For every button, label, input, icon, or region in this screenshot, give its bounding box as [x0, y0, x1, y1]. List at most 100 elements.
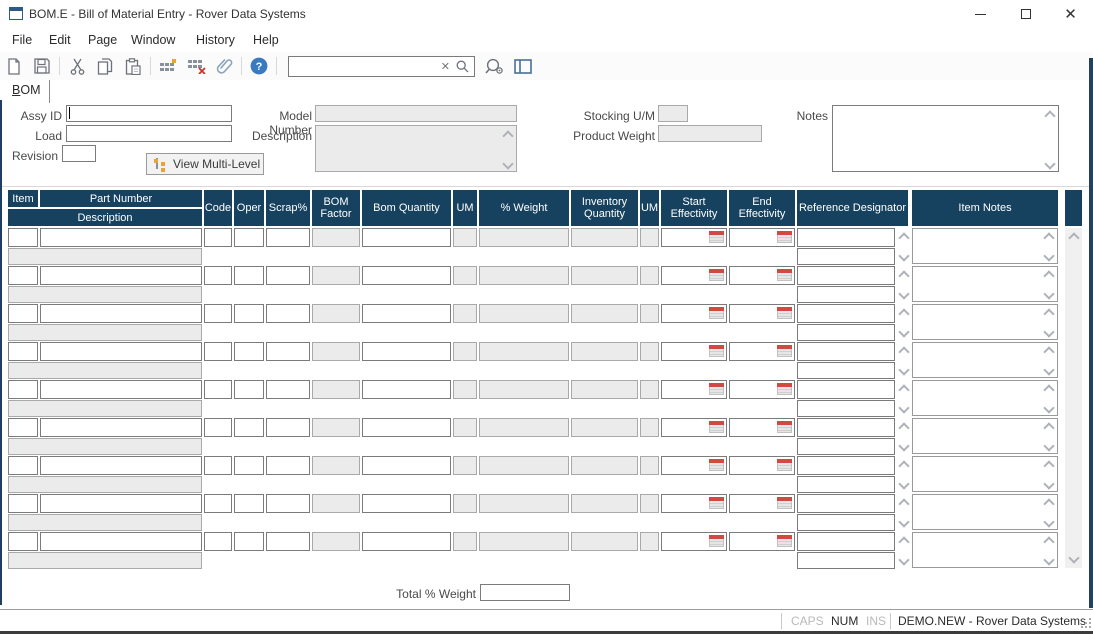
scroll-down-icon[interactable] [502, 158, 513, 169]
oper-cell[interactable] [234, 532, 264, 551]
scroll-down-icon[interactable] [1065, 550, 1082, 566]
scroll-up-icon[interactable] [899, 533, 908, 551]
item-notes-cell[interactable] [912, 456, 1058, 492]
start-effectivity-cell[interactable] [661, 494, 727, 513]
scroll-up-icon[interactable] [899, 419, 908, 437]
item-notes-cell[interactable] [912, 228, 1058, 264]
view-multilevel-button[interactable]: View Multi-Level [146, 153, 264, 175]
scroll-up-icon[interactable] [1043, 232, 1054, 243]
attach-icon[interactable] [211, 54, 237, 78]
code-cell[interactable] [204, 266, 232, 285]
part-number-cell[interactable] [40, 228, 202, 247]
bom-quantity-cell[interactable] [362, 532, 451, 551]
code-cell[interactable] [204, 380, 232, 399]
scroll-up-icon[interactable] [899, 457, 908, 475]
scrap-cell[interactable] [266, 266, 310, 285]
end-effectivity-cell[interactable] [729, 494, 795, 513]
scroll-up-icon[interactable] [899, 343, 908, 361]
scroll-down-icon[interactable] [899, 285, 908, 303]
item-cell[interactable] [8, 380, 38, 399]
calendar-icon[interactable] [709, 269, 724, 281]
end-effectivity-cell[interactable] [729, 380, 795, 399]
start-effectivity-cell[interactable] [661, 418, 727, 437]
start-effectivity-cell[interactable] [661, 456, 727, 475]
scroll-down-icon[interactable] [899, 323, 908, 341]
grid-vertical-scrollbar[interactable] [1065, 228, 1082, 568]
reference-designator-cell[interactable] [797, 266, 895, 285]
calendar-icon[interactable] [777, 421, 792, 433]
reference-designator-cell[interactable] [797, 418, 895, 437]
scroll-up-icon[interactable] [899, 495, 908, 513]
insert-row-icon[interactable] [155, 54, 181, 78]
scroll-down-icon[interactable] [899, 437, 908, 455]
calendar-icon[interactable] [709, 307, 724, 319]
code-cell[interactable] [204, 342, 232, 361]
scroll-up-icon[interactable] [1043, 460, 1054, 471]
calendar-icon[interactable] [709, 345, 724, 357]
item-cell[interactable] [8, 228, 38, 247]
part-number-cell[interactable] [40, 380, 202, 399]
calendar-icon[interactable] [777, 535, 792, 547]
scroll-down-icon[interactable] [1043, 402, 1054, 413]
lookup-icon[interactable] [482, 54, 508, 78]
menu-page[interactable]: Page [88, 29, 131, 51]
scroll-up-icon[interactable] [1044, 110, 1055, 121]
menu-history[interactable]: History [196, 29, 253, 51]
scroll-down-icon[interactable] [1044, 158, 1055, 169]
save-icon[interactable] [29, 54, 55, 78]
part-number-cell[interactable] [40, 304, 202, 323]
start-effectivity-cell[interactable] [661, 228, 727, 247]
end-effectivity-cell[interactable] [729, 418, 795, 437]
item-notes-cell[interactable] [912, 418, 1058, 454]
reference-designator-cell[interactable] [797, 456, 895, 475]
bom-quantity-cell[interactable] [362, 418, 451, 437]
bom-quantity-cell[interactable] [362, 304, 451, 323]
item-cell[interactable] [8, 456, 38, 475]
reference-designator-cell-2[interactable] [797, 362, 895, 379]
part-number-cell[interactable] [40, 266, 202, 285]
calendar-icon[interactable] [777, 459, 792, 471]
calendar-icon[interactable] [777, 345, 792, 357]
menu-edit[interactable]: Edit [49, 29, 88, 51]
reference-designator-cell[interactable] [797, 342, 895, 361]
scroll-down-icon[interactable] [899, 399, 908, 417]
cut-icon[interactable] [64, 54, 90, 78]
oper-cell[interactable] [234, 494, 264, 513]
bom-quantity-cell[interactable] [362, 266, 451, 285]
reference-designator-cell-2[interactable] [797, 552, 895, 569]
code-cell[interactable] [204, 494, 232, 513]
load-input[interactable] [66, 125, 232, 142]
scroll-down-icon[interactable] [899, 475, 908, 493]
start-effectivity-cell[interactable] [661, 266, 727, 285]
end-effectivity-cell[interactable] [729, 266, 795, 285]
scroll-up-icon[interactable] [1043, 498, 1054, 509]
end-effectivity-cell[interactable] [729, 342, 795, 361]
paste-icon[interactable] [120, 54, 146, 78]
calendar-icon[interactable] [709, 535, 724, 547]
start-effectivity-cell[interactable] [661, 380, 727, 399]
oper-cell[interactable] [234, 304, 264, 323]
scroll-up-icon[interactable] [502, 130, 513, 141]
reference-designator-cell-2[interactable] [797, 400, 895, 417]
maximize-button[interactable] [1003, 0, 1048, 28]
oper-cell[interactable] [234, 380, 264, 399]
item-notes-cell[interactable] [912, 494, 1058, 530]
scroll-up-icon[interactable] [1065, 230, 1082, 246]
end-effectivity-cell[interactable] [729, 304, 795, 323]
reference-designator-cell-2[interactable] [797, 286, 895, 303]
bom-quantity-cell[interactable] [362, 456, 451, 475]
part-number-cell[interactable] [40, 494, 202, 513]
calendar-icon[interactable] [777, 231, 792, 243]
reference-designator-cell[interactable] [797, 380, 895, 399]
end-effectivity-cell[interactable] [729, 228, 795, 247]
scrap-cell[interactable] [266, 494, 310, 513]
part-number-cell[interactable] [40, 532, 202, 551]
menu-help[interactable]: Help [253, 29, 293, 51]
scroll-down-icon[interactable] [1043, 516, 1054, 527]
oper-cell[interactable] [234, 228, 264, 247]
scroll-up-icon[interactable] [899, 229, 908, 247]
start-effectivity-cell[interactable] [661, 342, 727, 361]
new-document-icon[interactable] [1, 54, 27, 78]
scroll-down-icon[interactable] [1043, 440, 1054, 451]
end-effectivity-cell[interactable] [729, 532, 795, 551]
